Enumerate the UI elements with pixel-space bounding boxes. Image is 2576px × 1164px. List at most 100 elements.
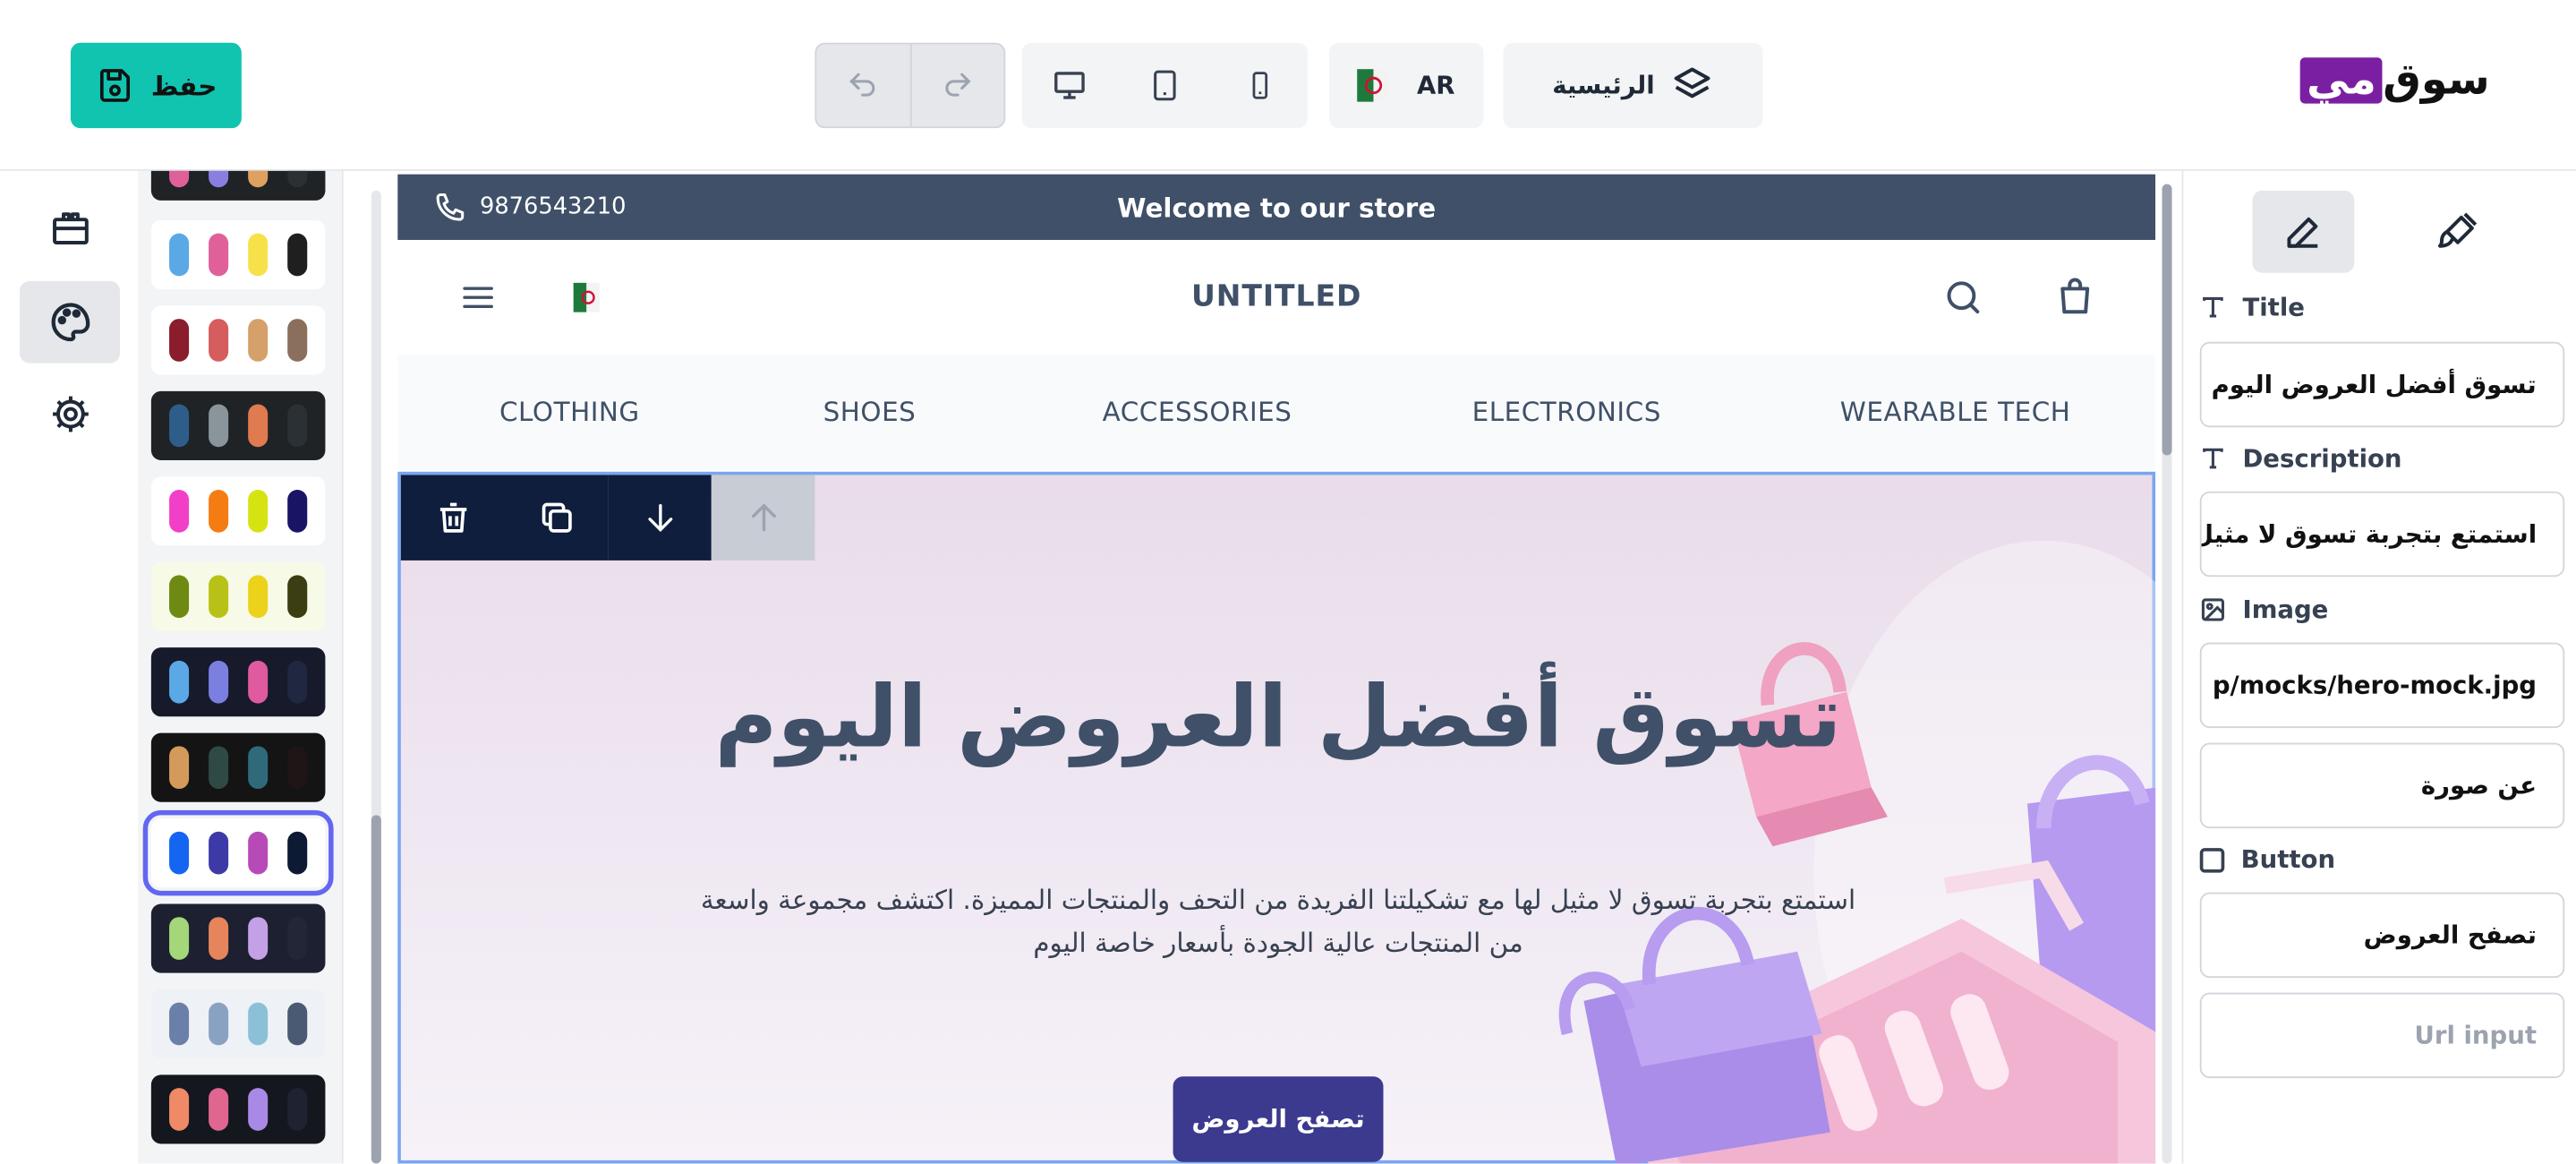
undo-icon <box>850 73 876 97</box>
palette-swatch <box>169 1002 190 1046</box>
category-link-shoes[interactable]: SHOES <box>823 396 917 427</box>
palette-swatch <box>169 1088 190 1131</box>
palette-option[interactable] <box>150 647 326 717</box>
palette-option-partial[interactable] <box>150 170 326 201</box>
palette-swatch <box>209 404 229 448</box>
store-header[interactable]: UNTITLED <box>397 239 2156 355</box>
page-selector[interactable]: الرئيسية <box>1503 42 1763 129</box>
palette-swatch <box>248 831 269 875</box>
canvas-scrollbar[interactable] <box>2162 184 2172 1164</box>
palette-option[interactable] <box>150 732 326 802</box>
palette-option[interactable] <box>150 390 326 460</box>
palette-swatch <box>209 746 229 790</box>
blocks-icon <box>52 212 88 245</box>
palette-swatch <box>248 575 269 619</box>
search-icon[interactable] <box>1942 276 1985 319</box>
palette-swatch <box>248 1002 269 1046</box>
text-type-icon <box>2203 296 2223 318</box>
tab-content[interactable] <box>2252 190 2355 273</box>
palette-swatch <box>287 489 308 533</box>
palette-swatch <box>248 917 269 960</box>
button-text-input[interactable]: تصفح العروض <box>2199 892 2565 979</box>
brand-logo: مي سوق <box>2299 56 2492 105</box>
shopping-bag-icon[interactable] <box>2053 273 2096 319</box>
button-url-input[interactable]: Url input <box>2199 992 2565 1079</box>
palette-swatch <box>169 746 190 790</box>
button-enabled-checkbox[interactable] <box>2199 847 2225 872</box>
palette-option-selected[interactable] <box>142 809 334 896</box>
redo-button[interactable] <box>909 44 1004 127</box>
shopping-bags-illustration <box>1558 540 2156 1164</box>
palette-swatch <box>209 917 229 960</box>
description-input[interactable]: استمتع بتجربة تسوق لا مثيل ل <box>2199 491 2565 578</box>
palette-scrollbar[interactable] <box>371 190 381 1164</box>
palette-option[interactable] <box>150 219 326 290</box>
move-up-button[interactable] <box>711 475 815 561</box>
button-field-label: Button <box>2199 844 2336 875</box>
welcome-text: Welcome to our store <box>1117 192 1437 224</box>
tablet-preview-button[interactable] <box>1117 43 1212 128</box>
top-toolbar: حفظ AR الرئيسية مي سوق <box>0 0 2576 171</box>
page-label: الرئيسية <box>1552 70 1655 100</box>
delete-section-button[interactable] <box>400 475 505 561</box>
palette-swatch <box>287 660 308 704</box>
tab-style[interactable] <box>2407 191 2509 273</box>
palette-option[interactable] <box>150 989 326 1059</box>
title-input[interactable]: تسوق أفضل العروض اليوم <box>2199 341 2565 428</box>
layers-icon <box>1674 67 1710 98</box>
palette-swatch <box>287 233 308 277</box>
desktop-preview-button[interactable] <box>1022 43 1117 128</box>
save-button[interactable]: حفظ <box>70 42 242 129</box>
rail-settings-button[interactable] <box>20 373 120 456</box>
hero-section[interactable]: تسوق أفضل العروض اليوم استمتع بتجربة تسو… <box>397 471 2156 1164</box>
title-label-text: Title <box>2242 292 2305 322</box>
url-input-placeholder: Url input <box>2414 1020 2538 1050</box>
hero-cta-button[interactable]: تصفح العروض <box>1173 1076 1384 1162</box>
palette-swatch <box>287 1088 308 1131</box>
announcement-bar[interactable]: 9876543210 Welcome to our store <box>397 174 2156 240</box>
left-icon-rail <box>0 170 139 1164</box>
category-link-wearable-tech[interactable]: WEARABLE TECH <box>1840 396 2071 427</box>
palette-swatch <box>169 233 190 277</box>
palette-scrollbar-thumb[interactable] <box>371 815 381 1164</box>
palette-option[interactable] <box>150 1074 326 1144</box>
language-selector[interactable]: AR <box>1328 42 1484 129</box>
palette-swatch <box>248 746 269 790</box>
hero-title[interactable]: تسوق أفضل العروض اليوم <box>401 669 2155 767</box>
description-label-text: Description <box>2242 443 2402 474</box>
mobile-icon <box>1252 72 1268 99</box>
category-link-accessories[interactable]: ACCESSORIES <box>1103 396 1292 427</box>
palette-option[interactable] <box>150 561 326 631</box>
trash-icon <box>439 502 466 533</box>
palette-option[interactable] <box>150 305 326 375</box>
palette-swatch <box>248 404 269 448</box>
palette-option[interactable] <box>150 903 326 973</box>
undo-button[interactable] <box>816 45 910 127</box>
button-label-text: Button <box>2240 844 2336 875</box>
page-preview-canvas: 9876543210 Welcome to our store UNTITLED… <box>397 174 2156 1164</box>
category-link-electronics[interactable]: ELECTRONICS <box>1472 396 1661 427</box>
mobile-preview-button[interactable] <box>1213 43 1308 128</box>
image-label-text: Image <box>2242 595 2329 625</box>
palette-swatch <box>209 831 229 875</box>
palette-swatch <box>287 1002 308 1046</box>
arrow-down-icon <box>647 504 672 533</box>
category-link-clothing[interactable]: CLOTHING <box>499 396 640 427</box>
pencil-icon <box>2287 217 2318 248</box>
palette-option[interactable] <box>150 476 326 546</box>
save-button-label: حفظ <box>150 70 218 101</box>
image-url-input[interactable]: p/mocks/hero-mock.jpg <box>2199 642 2565 729</box>
image-alt-input[interactable]: عن صورة <box>2199 742 2565 829</box>
palette-swatch <box>248 233 269 277</box>
image-icon <box>2201 598 2224 621</box>
palette-swatch <box>287 746 308 790</box>
redo-icon <box>945 73 971 97</box>
rail-theme-button[interactable] <box>20 280 120 364</box>
move-down-button[interactable] <box>608 475 712 561</box>
text-type-icon <box>2203 448 2223 469</box>
hero-description[interactable]: استمتع بتجربة تسوق لا مثيل لها مع تشكيلت… <box>680 879 1876 964</box>
rail-sections-button[interactable] <box>20 187 120 270</box>
palette-swatch <box>287 319 308 362</box>
duplicate-section-button[interactable] <box>504 475 609 561</box>
canvas-scrollbar-thumb[interactable] <box>2162 184 2172 456</box>
